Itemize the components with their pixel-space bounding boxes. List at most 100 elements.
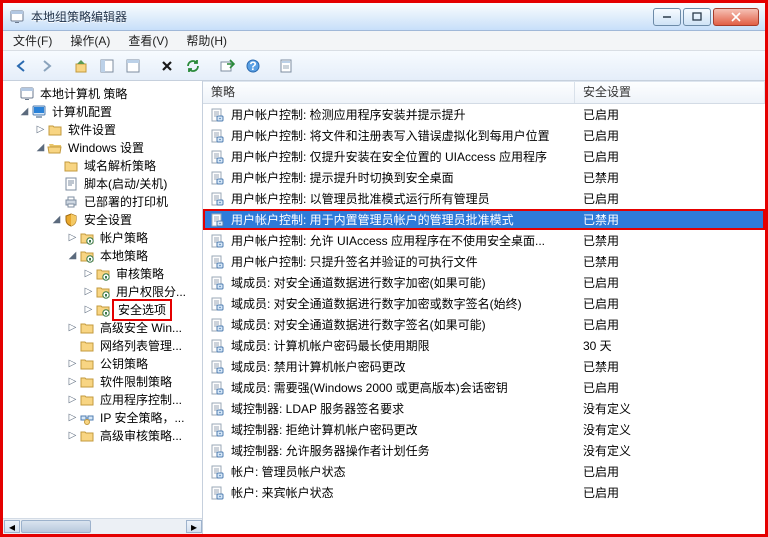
- policy-row[interactable]: 帐户: 管理员帐户状态已启用: [203, 461, 765, 482]
- policy-row[interactable]: 域成员: 禁用计算机帐户密码更改已禁用: [203, 356, 765, 377]
- tree-item[interactable]: ▷ 公钥策略: [5, 355, 200, 373]
- expand-toggle[interactable]: ▷: [83, 265, 94, 283]
- setting-cell: 已禁用: [575, 251, 765, 272]
- policy-list[interactable]: 用户帐户控制: 检测应用程序安装并提示提升已启用用户帐户控制: 将文件和注册表写…: [203, 104, 765, 534]
- menu-view[interactable]: 查看(V): [124, 31, 172, 50]
- tree-item[interactable]: ◢安全设置: [5, 211, 200, 229]
- expand-toggle[interactable]: ▷: [67, 373, 78, 391]
- policy-row[interactable]: 用户帐户控制: 将文件和注册表写入错误虚拟化到每用户位置已启用: [203, 125, 765, 146]
- policy-row[interactable]: 用户帐户控制: 检测应用程序安装并提示提升已启用: [203, 104, 765, 125]
- policy-row[interactable]: 域成员: 对安全通道数据进行数字签名(如果可能)已启用: [203, 314, 765, 335]
- policy-row[interactable]: 用户帐户控制: 只提升签名并验证的可执行文件已禁用: [203, 251, 765, 272]
- policy-row[interactable]: 用户帐户控制: 允许 UIAccess 应用程序在不使用安全桌面...已禁用: [203, 230, 765, 251]
- delete-button[interactable]: [155, 54, 179, 78]
- policy-name: 域成员: 计算机帐户密码最长使用期限: [231, 337, 430, 354]
- setting-cell: 30 天: [575, 335, 765, 356]
- maximize-button[interactable]: [683, 8, 711, 26]
- expand-toggle[interactable]: ▷: [67, 427, 78, 445]
- menu-action[interactable]: 操作(A): [66, 31, 114, 50]
- tree-item[interactable]: ▷ 高级安全 Win...: [5, 319, 200, 337]
- policy-tree[interactable]: 本地计算机 策略◢计算机配置▷软件设置◢Windows 设置域名解析策略脚本(启…: [3, 81, 202, 518]
- tree-item-label: 公钥策略: [98, 355, 150, 373]
- tree-item-label: 安全选项: [112, 299, 172, 321]
- tree-item[interactable]: ▷ 软件设置: [5, 121, 200, 139]
- help-button[interactable]: [241, 54, 265, 78]
- export-button[interactable]: [215, 54, 239, 78]
- policy-row[interactable]: 用户帐户控制: 提示提升时切换到安全桌面已禁用: [203, 167, 765, 188]
- scroll-left-button[interactable]: ◂: [4, 520, 20, 533]
- expand-toggle[interactable]: ▷: [35, 121, 46, 139]
- expand-toggle[interactable]: ▷: [83, 283, 94, 301]
- expand-toggle[interactable]: ▷: [67, 391, 78, 409]
- expand-toggle[interactable]: ▷: [67, 229, 78, 247]
- up-button[interactable]: [69, 54, 93, 78]
- expand-toggle[interactable]: ▷: [83, 301, 94, 319]
- tree-item[interactable]: 已部署的打印机: [5, 193, 200, 211]
- setting-cell: 已启用: [575, 104, 765, 125]
- policy-row[interactable]: 域控制器: 拒绝计算机帐户密码更改没有定义: [203, 419, 765, 440]
- policy-icon: [209, 380, 225, 396]
- policy-icon: [209, 317, 225, 333]
- expand-toggle[interactable]: ▷: [67, 355, 78, 373]
- policy-cell: 域成员: 需要强(Windows 2000 或更高版本)会话密钥: [203, 377, 575, 398]
- tree-item-label: 软件设置: [66, 121, 118, 139]
- policy-row[interactable]: 域成员: 需要强(Windows 2000 或更高版本)会话密钥已启用: [203, 377, 765, 398]
- scroll-right-button[interactable]: ▸: [186, 520, 202, 533]
- tree-item[interactable]: ▷ 安全选项: [5, 301, 200, 319]
- tree-item[interactable]: ◢计算机配置: [5, 103, 200, 121]
- column-setting[interactable]: 安全设置: [575, 82, 765, 103]
- tree-item[interactable]: ◢Windows 设置: [5, 139, 200, 157]
- scroll-thumb[interactable]: [21, 520, 91, 533]
- tree-item[interactable]: 脚本(启动/关机): [5, 175, 200, 193]
- expand-toggle[interactable]: ◢: [51, 211, 62, 229]
- policy-icon: [209, 338, 225, 354]
- close-button[interactable]: [713, 8, 759, 26]
- tree-item[interactable]: ▷IP 安全策略，...: [5, 409, 200, 427]
- policy-row[interactable]: 域成员: 对安全通道数据进行数字加密(如果可能)已启用: [203, 272, 765, 293]
- tree-item[interactable]: 域名解析策略: [5, 157, 200, 175]
- folder-sec-icon: [79, 230, 95, 246]
- menubar: 文件(F) 操作(A) 查看(V) 帮助(H): [3, 31, 765, 51]
- folder-sec-icon: [95, 284, 111, 300]
- menu-file[interactable]: 文件(F): [9, 31, 56, 50]
- tree-item[interactable]: 网络列表管理...: [5, 337, 200, 355]
- forward-button[interactable]: [35, 54, 59, 78]
- tree-item[interactable]: 本地计算机 策略: [5, 85, 200, 103]
- scroll-track[interactable]: [92, 519, 186, 534]
- minimize-button[interactable]: [653, 8, 681, 26]
- expand-toggle[interactable]: ▷: [67, 319, 78, 337]
- list-panel-button[interactable]: [121, 54, 145, 78]
- policy-row[interactable]: 域成员: 对安全通道数据进行数字加密或数字签名(始终)已启用: [203, 293, 765, 314]
- back-button[interactable]: [9, 54, 33, 78]
- policy-row[interactable]: 域控制器: LDAP 服务器签名要求没有定义: [203, 398, 765, 419]
- expand-toggle[interactable]: ◢: [19, 103, 30, 121]
- tree-item[interactable]: ▷审核策略: [5, 265, 200, 283]
- tree-item-label: 高级安全 Win...: [98, 319, 184, 337]
- expand-toggle[interactable]: ▷: [67, 409, 78, 427]
- split-panel-button[interactable]: [95, 54, 119, 78]
- tree-item[interactable]: ▷软件限制策略: [5, 373, 200, 391]
- policy-row[interactable]: 用户帐户控制: 以管理员批准模式运行所有管理员已启用: [203, 188, 765, 209]
- column-policy[interactable]: 策略: [203, 82, 575, 103]
- gpedit-window: 本地组策略编辑器 文件(F) 操作(A) 查看(V) 帮助(H) 本地计算机 策…: [0, 0, 768, 537]
- tree-item[interactable]: ▷高级审核策略...: [5, 427, 200, 445]
- expand-toggle[interactable]: ◢: [67, 247, 78, 265]
- tree-item[interactable]: ▷帐户策略: [5, 229, 200, 247]
- tree-item[interactable]: ▷应用程序控制...: [5, 391, 200, 409]
- policy-row[interactable]: 域控制器: 允许服务器操作者计划任务没有定义: [203, 440, 765, 461]
- policy-row[interactable]: 帐户: 来宾帐户状态已启用: [203, 482, 765, 503]
- refresh-button[interactable]: [181, 54, 205, 78]
- folder-icon: [79, 320, 95, 336]
- properties-button[interactable]: [275, 54, 299, 78]
- policy-icon: [209, 191, 225, 207]
- titlebar[interactable]: 本地组策略编辑器: [3, 3, 765, 31]
- policy-name: 用户帐户控制: 将文件和注册表写入错误虚拟化到每用户位置: [231, 127, 550, 144]
- policy-row[interactable]: 域成员: 计算机帐户密码最长使用期限 30 天: [203, 335, 765, 356]
- tree-item[interactable]: ◢本地策略: [5, 247, 200, 265]
- tree-hscroll[interactable]: ◂ ▸: [3, 518, 202, 534]
- folder-sec-icon: [95, 266, 111, 282]
- policy-row[interactable]: 用户帐户控制: 用于内置管理员帐户的管理员批准模式已禁用: [203, 209, 765, 230]
- policy-row[interactable]: 用户帐户控制: 仅提升安装在安全位置的 UIAccess 应用程序已启用: [203, 146, 765, 167]
- menu-help[interactable]: 帮助(H): [182, 31, 231, 50]
- expand-toggle[interactable]: ◢: [35, 139, 46, 157]
